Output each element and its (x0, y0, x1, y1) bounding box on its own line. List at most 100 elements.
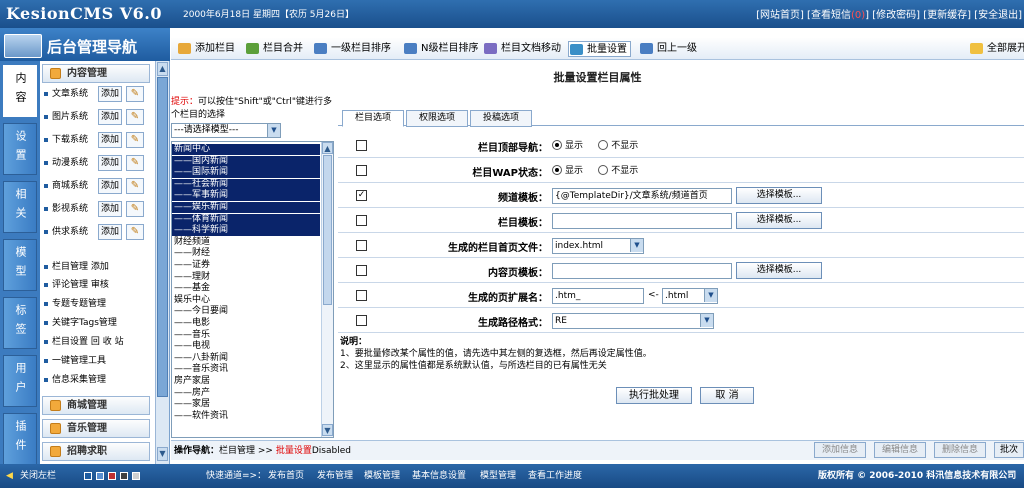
theme-swatch[interactable] (108, 472, 116, 480)
theme-swatch[interactable] (132, 472, 140, 480)
add-article-button[interactable]: 添加 (98, 86, 122, 102)
tab-labels[interactable]: 标签 (3, 297, 37, 349)
pencil-icon[interactable]: ✎ (126, 224, 144, 240)
sidebar-link-recycle[interactable]: 栏目设置 回 收 站 (44, 332, 124, 352)
tab-content[interactable]: 内容 (3, 65, 37, 117)
category-option[interactable]: ——财经 (174, 248, 210, 259)
model-select[interactable]: ---请选择模型--- ▼ (171, 123, 281, 138)
chevron-down-icon[interactable]: ▼ (630, 239, 643, 252)
expand-all-button[interactable]: 全部展开 (969, 41, 1024, 57)
category-option[interactable]: ——娱乐新闻 (172, 202, 320, 213)
sidebar-item-anime[interactable]: 动漫系统 (44, 153, 88, 173)
tab-permission-options[interactable]: 权限选项 (406, 110, 468, 127)
category-listbox[interactable]: 新闻中心 ——国内新闻 ——国际新闻 ——社会新闻 ——军事新闻 ——娱乐新闻 ——体育新闻… (171, 141, 334, 438)
select-template-button[interactable]: 选择模板... (736, 262, 822, 279)
category-option[interactable]: ——八卦新闻 (174, 353, 228, 364)
scroll-thumb[interactable] (323, 155, 332, 305)
category-option[interactable]: ——电视 (174, 341, 210, 352)
messages-link[interactable]: [查看短信 (804, 10, 851, 21)
category-option[interactable]: ——体育新闻 (172, 213, 320, 225)
content-template-input[interactable] (552, 263, 732, 279)
radio-show[interactable] (552, 139, 562, 150)
row-checkbox[interactable]: ✓ (356, 190, 367, 201)
scroll-up-icon[interactable]: ▲ (322, 142, 333, 154)
add-supply-button[interactable]: 添加 (98, 224, 122, 240)
collapse-icon[interactable]: ◀ (6, 464, 13, 488)
category-option[interactable]: ——家居 (174, 399, 210, 410)
radio-show[interactable] (552, 164, 562, 175)
category-option[interactable]: ——音乐 (174, 330, 210, 341)
row-checkbox[interactable] (356, 290, 367, 301)
column-template-input[interactable] (552, 213, 732, 229)
tab-column-options[interactable]: 栏目选项 (342, 110, 404, 127)
sidebar-item-articles[interactable]: 文章系统 (44, 84, 88, 104)
add-photo-button[interactable]: 添加 (98, 109, 122, 125)
sidebar-link-tools[interactable]: 一键管理工具 (44, 351, 106, 371)
category-content-management[interactable]: 内容管理 (42, 64, 150, 83)
category-music-management[interactable]: 音乐管理 (42, 419, 150, 438)
category-option[interactable]: ——国际新闻 (172, 167, 320, 179)
category-option[interactable]: ——军事新闻 (172, 190, 320, 202)
category-option[interactable]: ——科学新闻 (172, 225, 320, 237)
sidebar-item-movies[interactable]: 影视系统 (44, 199, 88, 219)
category-shop-management[interactable]: 商城管理 (42, 396, 150, 415)
quick-link-progress[interactable]: 查看工作进度 (528, 464, 582, 488)
radio-hide[interactable] (598, 139, 609, 150)
sort-level1-button[interactable]: 一级栏目排序 (313, 41, 391, 57)
select-template-button[interactable]: 选择模板... (736, 212, 822, 229)
batch-button[interactable]: 批次 (994, 442, 1024, 458)
quick-link-templates[interactable]: 模板管理 (364, 464, 400, 488)
quick-link-publish-manage[interactable]: 发布管理 (317, 464, 353, 488)
row-checkbox[interactable] (356, 240, 367, 251)
category-option[interactable]: ——社会新闻 (172, 178, 320, 190)
row-checkbox[interactable] (356, 315, 367, 326)
select-template-button[interactable]: 选择模板... (736, 187, 822, 204)
delete-info-button[interactable]: 删除信息 (934, 442, 986, 458)
category-option[interactable]: ——今日要闻 (174, 306, 228, 317)
sidebar-item-supply[interactable]: 供求系统 (44, 222, 88, 242)
quick-link-publish-home[interactable]: 发布首页 (268, 464, 304, 488)
sidebar-link-tags[interactable]: 关键字Tags管理 (44, 313, 117, 333)
category-jobs[interactable]: 招聘求职 (42, 442, 150, 461)
category-option[interactable]: ——音乐资讯 (174, 364, 228, 375)
cancel-button[interactable]: 取 消 (700, 387, 754, 404)
category-option[interactable]: ——国内新闻 (172, 155, 320, 167)
sidebar-link-column-manage[interactable]: 栏目管理 添加 (44, 257, 109, 277)
tab-related[interactable]: 相关 (3, 181, 37, 233)
pencil-icon[interactable]: ✎ (126, 201, 144, 217)
row-checkbox[interactable] (356, 215, 367, 226)
sidebar-item-downloads[interactable]: 下载系统 (44, 130, 88, 150)
scroll-down-icon[interactable]: ▼ (157, 447, 168, 461)
category-option[interactable]: ——基金 (174, 283, 210, 294)
home-link[interactable]: [网站首页] (756, 10, 804, 21)
move-docs-button[interactable]: 栏目文档移动 (483, 41, 561, 57)
tab-models[interactable]: 模型 (3, 239, 37, 291)
sidebar-item-photos[interactable]: 图片系统 (44, 107, 88, 127)
add-movie-button[interactable]: 添加 (98, 201, 122, 217)
add-download-button[interactable]: 添加 (98, 132, 122, 148)
category-option[interactable]: ——证券 (174, 260, 210, 271)
channel-template-input[interactable]: {@TemplateDir}/文章系统/频道首页 (552, 188, 732, 204)
row-checkbox[interactable] (356, 265, 367, 276)
add-column-button[interactable]: 添加栏目 (177, 41, 235, 57)
edit-info-button[interactable]: 编辑信息 (874, 442, 926, 458)
sidebar-link-topics[interactable]: 专题专题管理 (44, 294, 106, 314)
row-checkbox[interactable] (356, 140, 367, 151)
chevron-down-icon[interactable]: ▼ (267, 124, 280, 137)
batch-settings-button[interactable]: 批量设置 (568, 41, 631, 57)
path-format-select[interactable]: RE ▼ (552, 313, 714, 329)
category-option[interactable]: ——软件资讯 (174, 411, 228, 422)
pencil-icon[interactable]: ✎ (126, 132, 144, 148)
theme-swatch[interactable] (84, 472, 92, 480)
sort-leveln-button[interactable]: N级栏目排序 (403, 41, 478, 57)
scroll-down-icon[interactable]: ▼ (322, 424, 333, 436)
account-links[interactable]: ] [修改密码] [更新缓存] [安全退出] (865, 10, 1022, 21)
tab-settings[interactable]: 设置 (3, 123, 37, 175)
theme-swatch[interactable] (96, 472, 104, 480)
chevron-down-icon[interactable]: ▼ (700, 314, 713, 327)
quick-link-models[interactable]: 模型管理 (480, 464, 516, 488)
row-checkbox[interactable] (356, 165, 367, 176)
chevron-down-icon[interactable]: ▼ (704, 289, 717, 302)
execute-batch-button[interactable]: 执行批处理 (616, 387, 692, 404)
scroll-up-icon[interactable]: ▲ (157, 62, 168, 76)
